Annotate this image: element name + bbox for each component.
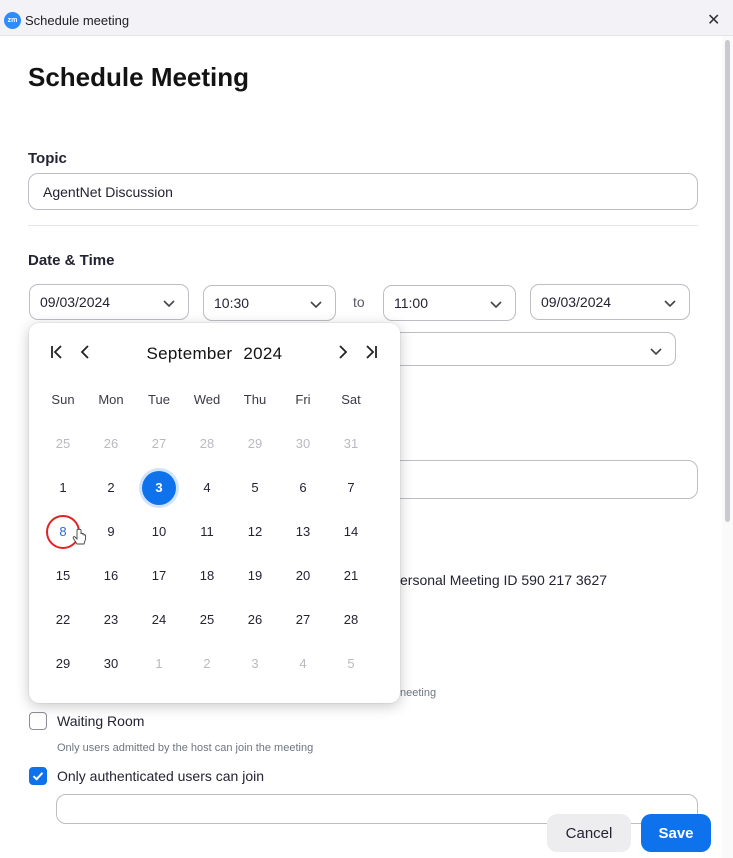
calendar-day[interactable]: 12 [238, 515, 272, 549]
calendar-day[interactable]: 26 [94, 427, 128, 461]
window-title: Schedule meeting [25, 13, 130, 28]
window-titlebar: zm Schedule meeting ✕ [0, 0, 733, 36]
calendar-day[interactable]: 25 [190, 603, 224, 637]
calendar-day[interactable]: 29 [238, 427, 272, 461]
end-date-select[interactable]: 09/03/2024 [530, 284, 690, 320]
end-time-value: 11:00 [394, 295, 428, 311]
calendar-month: September [146, 344, 233, 363]
waiting-room-checkbox[interactable] [29, 712, 47, 730]
chevron-down-icon [650, 348, 662, 356]
calendar-day[interactable]: 30 [286, 427, 320, 461]
chevron-down-icon [310, 301, 322, 309]
personal-meeting-id-text: ersonal Meeting ID 590 217 3627 [400, 572, 608, 588]
next-month-icon[interactable] [334, 343, 352, 361]
partially-hidden-input[interactable] [360, 460, 698, 499]
authenticated-users-label: Only authenticated users can join [57, 768, 265, 784]
start-date-value: 09/03/2024 [40, 294, 111, 310]
calendar-day[interactable]: 5 [334, 647, 368, 681]
calendar-day[interactable]: 4 [286, 647, 320, 681]
calendar-day[interactable]: 30 [94, 647, 128, 681]
calendar-day[interactable]: 28 [190, 427, 224, 461]
calendar-day[interactable]: 18 [190, 559, 224, 593]
calendar-day[interactable]: 5 [238, 471, 272, 505]
end-date-value: 09/03/2024 [541, 294, 612, 310]
section-divider [28, 225, 698, 226]
waiting-room-label: Waiting Room [57, 713, 145, 729]
calendar-day[interactable]: 22 [46, 603, 80, 637]
zoom-logo-icon: zm [4, 12, 21, 29]
calendar-day[interactable]: 16 [94, 559, 128, 593]
hand-cursor-icon [72, 528, 86, 545]
calendar-day[interactable]: 1 [142, 647, 176, 681]
calendar-year: 2024 [243, 344, 283, 363]
weekday-header: Wed [193, 392, 221, 407]
calendar-day[interactable]: 3 [238, 647, 272, 681]
calendar-day[interactable]: 25 [46, 427, 80, 461]
calendar-day[interactable]: 31 [334, 427, 368, 461]
weekday-header: Tue [148, 392, 170, 407]
weekday-header: Thu [243, 392, 267, 407]
chevron-down-icon [163, 300, 175, 308]
chevron-down-icon [664, 300, 676, 308]
checkmark-icon [32, 772, 44, 781]
last-page-icon[interactable] [362, 343, 380, 361]
start-date-select[interactable]: 09/03/2024 [29, 284, 189, 320]
chevron-down-icon [490, 301, 502, 309]
calendar-day[interactable]: 29 [46, 647, 80, 681]
cancel-button[interactable]: Cancel [547, 814, 631, 852]
topic-label: Topic [28, 150, 67, 167]
calendar-day[interactable]: 7 [334, 471, 368, 505]
calendar-day[interactable]: 9 [94, 515, 128, 549]
save-button[interactable]: Save [641, 814, 711, 852]
calendar-day[interactable]: 4 [190, 471, 224, 505]
calendar-day[interactable]: 27 [142, 427, 176, 461]
calendar-day[interactable]: 2 [94, 471, 128, 505]
weekday-header: Sun [51, 392, 75, 407]
topic-input[interactable]: AgentNet Discussion [28, 173, 698, 210]
date-picker-popup: September 2024 Sun Mon Tue Wed Thu Fri Sat 25 26… [29, 323, 400, 703]
calendar-day[interactable]: 2 [190, 647, 224, 681]
calendar-day-selected[interactable]: 3 [142, 471, 176, 505]
calendar-day[interactable]: 26 [238, 603, 272, 637]
weekday-header: Sat [341, 392, 361, 407]
calendar-day[interactable]: 28 [334, 603, 368, 637]
calendar-day[interactable]: 23 [94, 603, 128, 637]
start-time-select[interactable]: 10:30 [203, 285, 336, 321]
waiting-room-hint: Only users admitted by the host can join… [57, 742, 314, 754]
calendar-day[interactable]: 27 [286, 603, 320, 637]
calendar-day[interactable]: 1 [46, 471, 80, 505]
calendar-day[interactable]: 15 [46, 559, 80, 593]
calendar-day[interactable]: 20 [286, 559, 320, 593]
calendar-day[interactable]: 17 [142, 559, 176, 593]
authenticated-users-checkbox[interactable] [29, 767, 47, 785]
timezone-select[interactable] [360, 332, 676, 366]
calendar-day[interactable]: 19 [238, 559, 272, 593]
date-time-label: Date & Time [28, 252, 115, 269]
scrollbar-thumb[interactable] [725, 40, 730, 522]
weekday-header: Mon [98, 392, 124, 407]
calendar-day[interactable]: 14 [334, 515, 368, 549]
calendar-day[interactable]: 6 [286, 471, 320, 505]
meeting-hint-tail: neeting [400, 687, 437, 699]
close-icon[interactable]: ✕ [707, 10, 720, 30]
to-label: to [353, 294, 365, 310]
page-title: Schedule Meeting [28, 62, 250, 92]
calendar-day[interactable]: 13 [286, 515, 320, 549]
calendar-day[interactable]: 21 [334, 559, 368, 593]
end-time-select[interactable]: 11:00 [383, 285, 516, 321]
start-time-value: 10:30 [214, 295, 250, 311]
calendar-day[interactable]: 11 [190, 515, 224, 549]
weekday-header: Fri [295, 392, 311, 407]
calendar-day[interactable]: 10 [142, 515, 176, 549]
calendar-day[interactable]: 24 [142, 603, 176, 637]
